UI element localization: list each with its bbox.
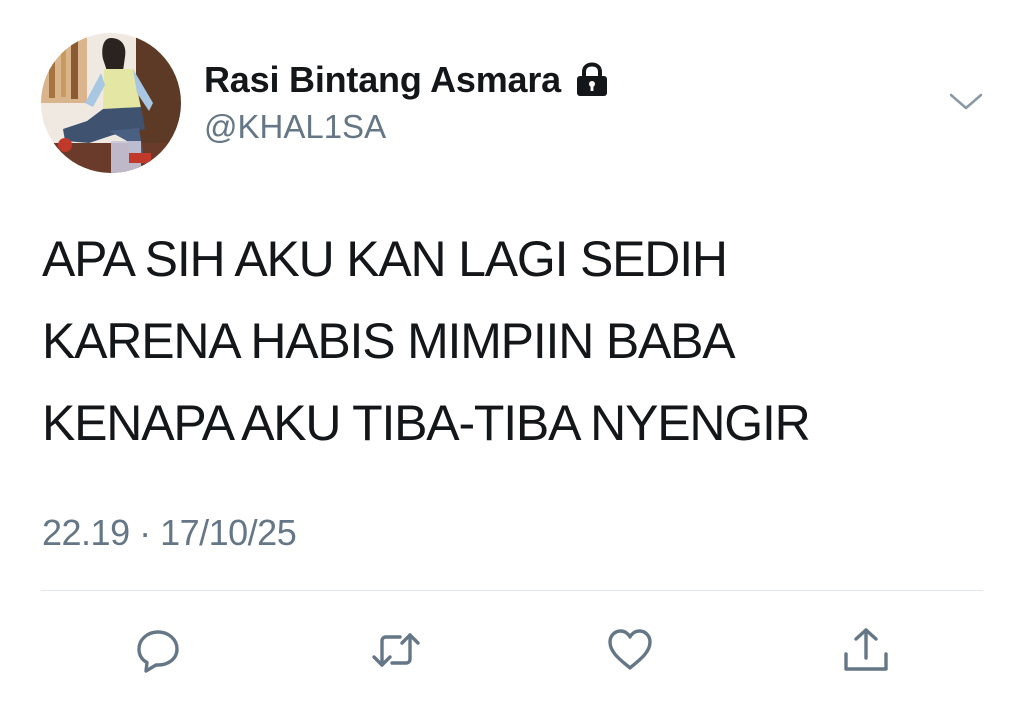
tweet-text-line: KARENA HABIS MIMPIIN BABA [42, 313, 736, 369]
avatar[interactable] [41, 33, 181, 173]
author-row: Rasi Bintang Asmara [204, 58, 611, 102]
heart-icon [608, 629, 652, 670]
tweet-timestamp[interactable]: 22.19 · 17/10/25 [42, 512, 297, 554]
chevron-down-icon [949, 93, 983, 110]
reply-icon [137, 630, 179, 673]
avatar-photo [41, 33, 181, 173]
tweet-text-line: APA SIH AKU KAN LAGI SEDIH [42, 231, 728, 287]
tweet-text: APA SIH AKU KAN LAGI SEDIH KARENA HABIS … [42, 218, 972, 464]
reply-button[interactable] [132, 624, 184, 676]
user-handle[interactable]: @KHAL1SA [204, 108, 386, 146]
share-button[interactable] [840, 624, 892, 676]
share-icon [844, 628, 888, 671]
lock-icon [573, 61, 611, 99]
retweet-button[interactable] [370, 624, 422, 676]
tweet-text-line: KENAPA AKU TIBA-TIBA NYENGIR [42, 395, 811, 451]
tweet-menu-button[interactable] [946, 86, 986, 116]
like-button[interactable] [604, 624, 656, 676]
display-name[interactable]: Rasi Bintang Asmara [204, 59, 561, 101]
divider [41, 590, 983, 591]
retweet-icon [372, 633, 420, 667]
